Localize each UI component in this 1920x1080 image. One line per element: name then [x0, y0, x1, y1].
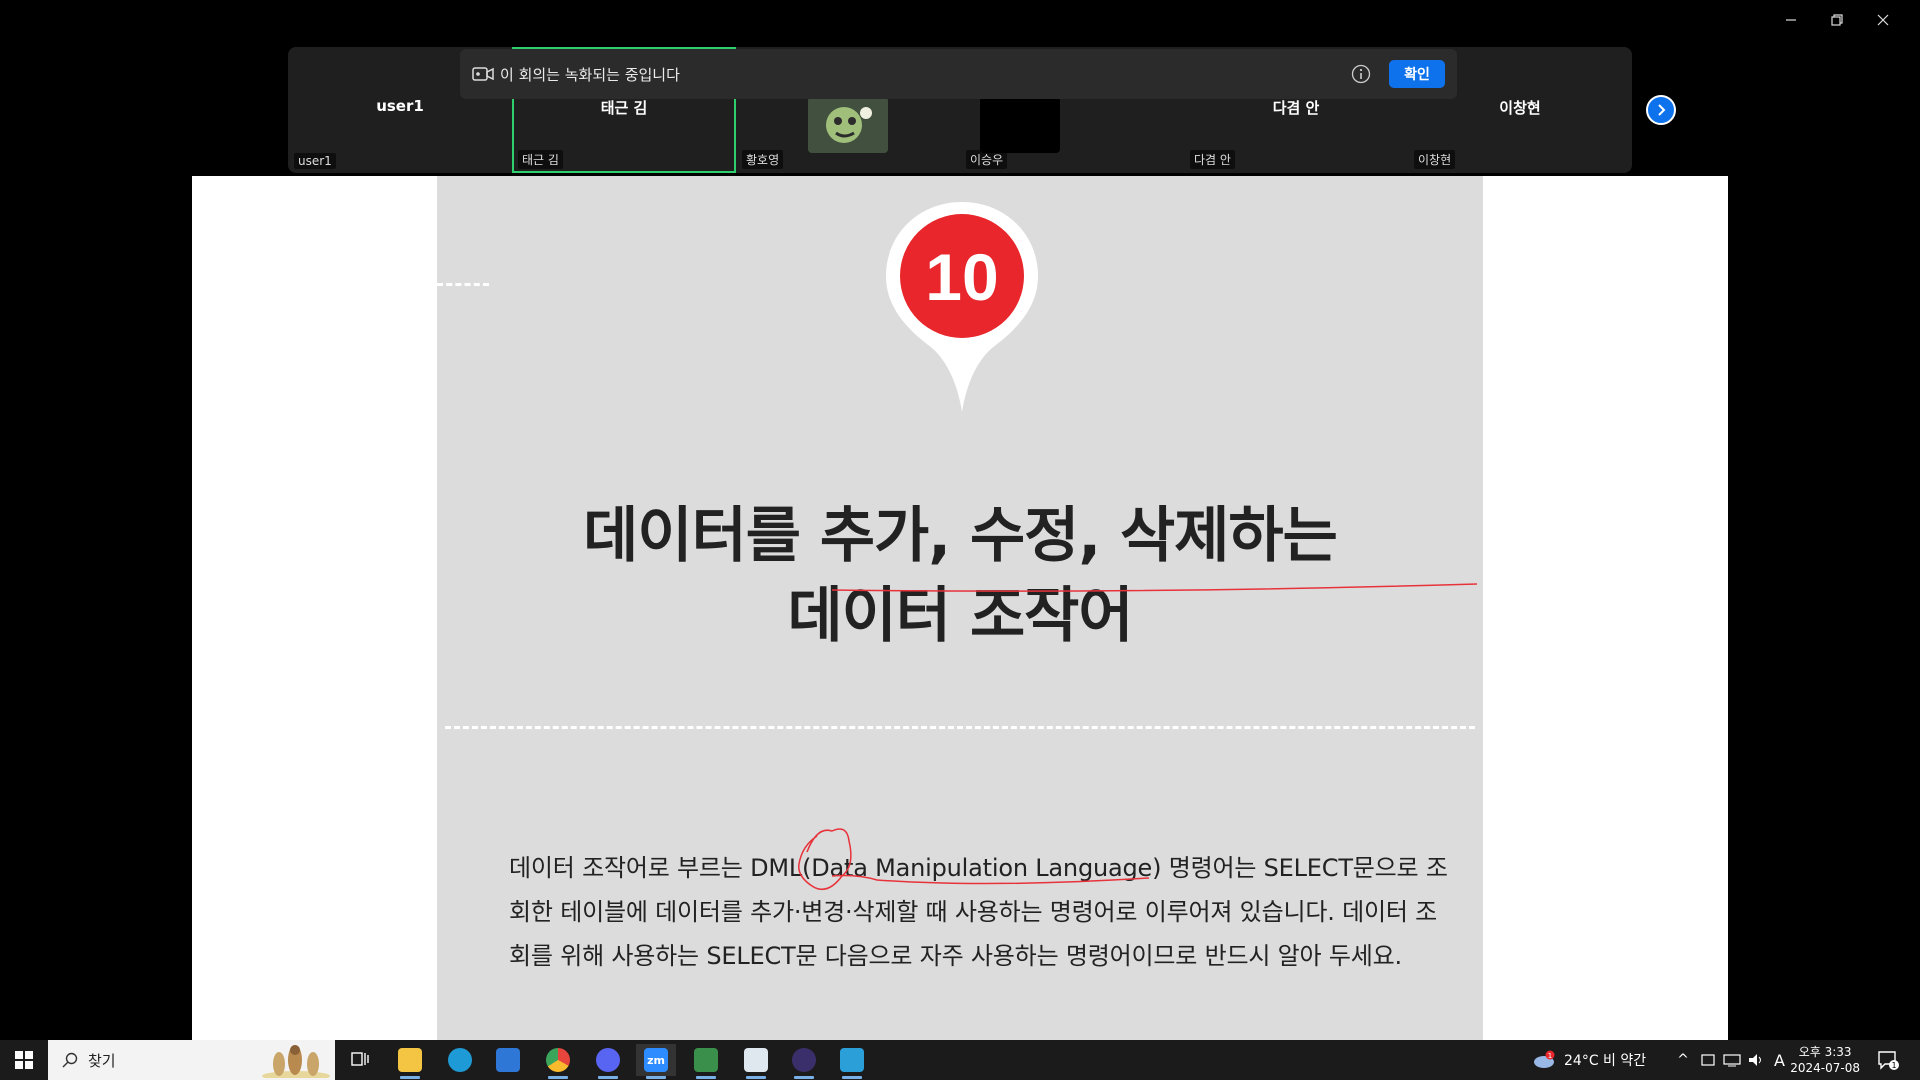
restore-icon: [1831, 14, 1843, 26]
meeting-icon[interactable]: [1698, 1052, 1718, 1068]
taskbar-clock[interactable]: 오후 3:33 2024-07-08: [1790, 1044, 1860, 1076]
participant-label: 황호영: [742, 150, 784, 169]
clock-date: 2024-07-08: [1790, 1061, 1860, 1075]
taskbar-store[interactable]: [488, 1044, 528, 1076]
taskbar-discord[interactable]: [588, 1044, 628, 1079]
recording-banner: 이 회의는 녹화되는 중입니다 확인: [460, 49, 1457, 99]
taskbar-zoom[interactable]: zm: [636, 1044, 676, 1079]
slide-paragraph: 데이터 조작어로 부르는 DML(Data Manipulation Langu…: [509, 854, 1448, 970]
slide-title-line2: 데이터 조작어: [787, 581, 1133, 651]
participant-name: 다겸 안: [1272, 99, 1320, 117]
participant-name: user1: [376, 97, 424, 115]
taskbar: 찾기 zm 1 24°C 비 약간 ^ A 오후 3:33 2024-07-08…: [0, 1040, 1920, 1080]
close-button[interactable]: [1860, 8, 1906, 32]
task-view-button[interactable]: [340, 1044, 380, 1076]
chevron-right-icon: [1658, 104, 1666, 116]
search-highlight-illustration-icon: [262, 1045, 330, 1078]
shared-screen: 10 데이터를 추가, 수정, 삭제하는 데이터 조작어 데이터 조작어로 부르…: [192, 176, 1728, 1040]
chrome-icon: [546, 1048, 570, 1072]
ime-indicator[interactable]: A: [1774, 1051, 1785, 1070]
recording-message: 이 회의는 녹화되는 중입니다: [500, 65, 680, 84]
presentation-slide: 10 데이터를 추가, 수정, 삭제하는 데이터 조작어 데이터 조작어로 부르…: [437, 176, 1483, 1040]
folder-icon: [398, 1048, 422, 1072]
zoom-app-icon: zm: [644, 1048, 668, 1072]
participant-label: user1: [294, 153, 336, 169]
minimize-button[interactable]: [1768, 8, 1814, 32]
participant-label: 다겸 안: [1190, 150, 1235, 169]
participant-video-thumbnail: [808, 97, 888, 153]
system-tray: ^ A: [1672, 1040, 1785, 1080]
eclipse-icon: [792, 1048, 816, 1072]
clock-time: 오후 3:33: [1798, 1045, 1852, 1059]
task-view-icon: [351, 1052, 369, 1066]
recording-camera-icon: [472, 67, 494, 81]
weather-badge: 1: [1548, 1052, 1552, 1060]
edge-browser-icon: [448, 1048, 472, 1072]
notepad-icon: [744, 1048, 768, 1072]
weather-text: 24°C 비 약간: [1564, 1053, 1647, 1069]
taskbar-search-box[interactable]: 찾기: [48, 1040, 335, 1080]
restore-button[interactable]: [1814, 8, 1860, 32]
participant-name: 태근 김: [600, 99, 648, 117]
map-pin-badge-icon: 10: [886, 202, 1038, 412]
participant-name: 이창현: [1499, 99, 1541, 117]
chevron-up-icon[interactable]: ^: [1672, 1052, 1694, 1068]
participant-label: 태근 김: [518, 150, 563, 169]
slide-title-line1: 데이터를 추가, 수정, 삭제하는: [583, 501, 1338, 571]
slide-title: 데이터를 추가, 수정, 삭제하는 데이터 조작어: [437, 496, 1483, 656]
network-icon[interactable]: [1722, 1052, 1742, 1068]
notification-count: 1: [1891, 1061, 1896, 1070]
participant-label: 이창현: [1414, 150, 1456, 169]
notification-icon: 1: [1878, 1051, 1899, 1070]
volume-icon[interactable]: [1746, 1052, 1766, 1068]
dashed-divider: [437, 283, 489, 286]
taskbar-edge[interactable]: [440, 1044, 480, 1076]
discord-icon: [596, 1048, 620, 1072]
close-icon: [1877, 14, 1889, 26]
participant-video-thumbnail: [980, 97, 1060, 153]
windows-logo-icon: [15, 1051, 33, 1069]
start-button[interactable]: [0, 1040, 48, 1080]
paint-icon: [840, 1048, 864, 1072]
taskbar-paint[interactable]: [832, 1044, 872, 1079]
taskbar-app[interactable]: [686, 1044, 726, 1079]
app-icon: [694, 1048, 718, 1072]
avatar-image-icon: [808, 97, 888, 153]
search-placeholder: 찾기: [88, 1051, 116, 1070]
weather-cloud-icon: 1: [1534, 1050, 1555, 1068]
notification-center-button[interactable]: 1: [1876, 1040, 1900, 1080]
taskbar-eclipse[interactable]: [784, 1044, 824, 1079]
taskbar-chrome[interactable]: [538, 1044, 578, 1079]
taskbar-notepad[interactable]: [736, 1044, 776, 1079]
minimize-icon: [1786, 19, 1796, 21]
taskbar-file-explorer[interactable]: [390, 1044, 430, 1079]
badge-number: 10: [925, 240, 998, 314]
weather-widget[interactable]: 1 24°C 비 약간: [1532, 1040, 1646, 1080]
window-controls: [1768, 8, 1906, 32]
confirm-button[interactable]: 확인: [1389, 60, 1445, 88]
info-icon[interactable]: [1351, 64, 1371, 84]
store-icon: [496, 1048, 520, 1072]
participant-label: 이승우: [966, 150, 1008, 169]
search-icon: [62, 1052, 78, 1068]
dashed-divider: [445, 726, 1475, 729]
next-participants-button[interactable]: [1646, 95, 1676, 125]
